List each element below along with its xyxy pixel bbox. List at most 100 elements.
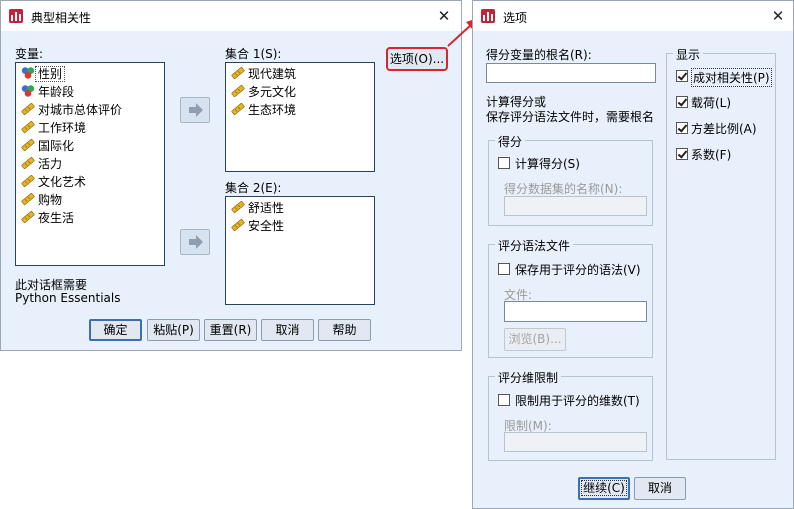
display-group: 显示 成对相关性(P) 载荷(L) 方差比例(A) 系数(F) bbox=[666, 46, 776, 460]
set1-item-label: 生态环境 bbox=[248, 103, 297, 117]
rootname-label: 得分变量的根名(R): bbox=[486, 48, 592, 62]
dialog-title: 典型相关性 bbox=[31, 11, 92, 25]
app-icon bbox=[481, 9, 495, 23]
variable-item-label: 对城市总体评价 bbox=[38, 103, 123, 117]
scoring-syntax-group-title: 评分语法文件 bbox=[495, 237, 574, 254]
display-option-label[interactable]: 载荷(L) bbox=[691, 94, 731, 111]
options-button-label: 选项(O)... bbox=[389, 52, 445, 66]
compute-scores-label[interactable]: 计算得分(S) bbox=[515, 155, 580, 172]
variable-item[interactable]: 性别 bbox=[20, 65, 66, 83]
variable-item[interactable]: 购物 bbox=[20, 191, 62, 209]
compute-scores-checkbox[interactable] bbox=[498, 157, 510, 169]
options-cancel-button[interactable]: 取消 bbox=[634, 477, 686, 500]
save-syntax-label[interactable]: 保存用于评分的语法(V) bbox=[515, 261, 641, 278]
display-option-label[interactable]: 方差比例(A) bbox=[691, 120, 757, 137]
continue-button[interactable]: 继续(C) bbox=[578, 477, 630, 500]
rootname-info-detail: 保存评分语法文件时，需要根名 bbox=[486, 110, 655, 124]
scale-icon bbox=[231, 102, 245, 116]
variable-item-label: 国际化 bbox=[38, 139, 75, 153]
set2-item[interactable]: 安全性 bbox=[230, 217, 284, 235]
set1-item-label: 现代建筑 bbox=[248, 67, 297, 81]
variable-item[interactable]: 文化艺术 bbox=[20, 173, 86, 191]
variables-label: 变量: bbox=[15, 47, 44, 61]
display-group-title: 显示 bbox=[673, 46, 704, 63]
ok-button[interactable]: 确定 bbox=[89, 319, 142, 341]
browse-button: 浏览(B)... bbox=[504, 328, 566, 351]
set1-item[interactable]: 生态环境 bbox=[230, 101, 296, 119]
set1-item[interactable]: 现代建筑 bbox=[230, 65, 296, 83]
set2-label: 集合 2(E): bbox=[225, 181, 282, 195]
variable-item-label: 文化艺术 bbox=[38, 175, 87, 189]
rootname-input[interactable] bbox=[486, 63, 656, 83]
set2-item-label: 舒适性 bbox=[248, 201, 285, 215]
paste-button[interactable]: 粘贴(P) bbox=[147, 319, 200, 341]
limit-dimensions-checkbox[interactable] bbox=[498, 394, 510, 406]
variables-list[interactable]: 性别年龄段对城市总体评价 工作环境国际化活力文化艺术购物夜生活 bbox=[15, 62, 165, 266]
limit-dimensions-label[interactable]: 限制用于评分的维数(T) bbox=[515, 392, 640, 409]
app-icon bbox=[9, 9, 23, 23]
options-dialog: 选项 ✕ 得分变量的根名(R): 计算得分或 保存评分语法文件时，需要根名 得分… bbox=[472, 0, 794, 509]
variable-item-label: 活力 bbox=[38, 157, 63, 171]
scoring-syntax-group: 评分语法文件 保存用于评分的语法(V) 文件: 浏览(B)... bbox=[488, 237, 653, 358]
variable-item-label: 年龄段 bbox=[38, 85, 75, 99]
reset-button[interactable]: 重置(R) bbox=[204, 319, 257, 341]
scale-icon bbox=[231, 218, 245, 232]
save-syntax-checkbox[interactable] bbox=[498, 263, 510, 275]
scale-icon bbox=[21, 192, 35, 206]
options-button[interactable]: 选项(O)... bbox=[386, 47, 448, 71]
canonical-correlation-dialog: 典型相关性 ✕ 变量: 性别年龄段对城市总体评价 工作环境国际化活力文化艺术购物夜… bbox=[0, 0, 462, 351]
move-to-set1-button[interactable] bbox=[180, 97, 210, 123]
variable-item[interactable]: 工作环境 bbox=[20, 119, 86, 137]
display-option-label[interactable]: 成对相关性(P) bbox=[691, 68, 772, 87]
score-dataset-label: 得分数据集的名称(N): bbox=[504, 182, 623, 196]
scale-icon bbox=[21, 138, 35, 152]
set1-item-label: 多元文化 bbox=[248, 85, 297, 99]
file-input[interactable] bbox=[504, 301, 647, 322]
display-option-checkbox[interactable] bbox=[676, 96, 688, 108]
nominal-icon bbox=[21, 85, 35, 97]
move-to-set2-button[interactable] bbox=[180, 229, 210, 255]
scale-icon bbox=[231, 66, 245, 80]
requirement-note-product: Python Essentials bbox=[15, 291, 121, 305]
variable-item[interactable]: 国际化 bbox=[20, 137, 74, 155]
scores-group-title: 得分 bbox=[495, 133, 526, 150]
scale-icon bbox=[21, 156, 35, 170]
variable-item[interactable]: 年龄段 bbox=[20, 83, 74, 101]
scale-icon bbox=[21, 102, 35, 116]
continue-button-label: 继续(C) bbox=[581, 480, 627, 496]
display-option-label[interactable]: 系数(F) bbox=[691, 146, 731, 163]
set2-item[interactable]: 舒适性 bbox=[230, 199, 284, 217]
set1-label: 集合 1(S): bbox=[225, 47, 282, 61]
arrow-right-icon bbox=[189, 235, 203, 249]
scale-icon bbox=[21, 174, 35, 188]
set2-list[interactable]: 舒适性安全性 bbox=[225, 196, 375, 305]
options-title-bar: 选项 ✕ bbox=[473, 1, 793, 31]
set1-list[interactable]: 现代建筑多元文化生态环境 bbox=[225, 62, 375, 172]
score-dataset-input bbox=[504, 196, 647, 216]
scale-icon bbox=[231, 200, 245, 214]
variable-item[interactable]: 夜生活 bbox=[20, 209, 74, 227]
display-option-checkbox[interactable] bbox=[676, 122, 688, 134]
help-button[interactable]: 帮助 bbox=[318, 319, 371, 341]
variable-item[interactable]: 对城市总体评价 bbox=[20, 101, 122, 119]
limit-field-input bbox=[504, 432, 647, 452]
scale-icon bbox=[231, 84, 245, 98]
set1-item[interactable]: 多元文化 bbox=[230, 83, 296, 101]
display-option-checkbox[interactable] bbox=[676, 148, 688, 160]
dimension-limit-group: 评分维限制 限制用于评分的维数(T) 限制(M): bbox=[488, 369, 653, 461]
scores-group: 得分 计算得分(S) 得分数据集的名称(N): bbox=[488, 133, 653, 226]
dimension-limit-group-title: 评分维限制 bbox=[495, 369, 562, 386]
variable-item-label: 夜生活 bbox=[38, 211, 75, 225]
options-dialog-title: 选项 bbox=[503, 11, 528, 25]
nominal-icon bbox=[21, 67, 35, 79]
scale-icon bbox=[21, 120, 35, 134]
scale-icon bbox=[21, 210, 35, 224]
display-option-checkbox[interactable] bbox=[676, 70, 688, 82]
title-bar: 典型相关性 ✕ bbox=[1, 1, 461, 31]
variable-item-label: 工作环境 bbox=[38, 121, 87, 135]
variable-item[interactable]: 活力 bbox=[20, 155, 62, 173]
cancel-button[interactable]: 取消 bbox=[261, 319, 314, 341]
close-icon[interactable]: ✕ bbox=[767, 5, 789, 27]
variable-item-label: 性别 bbox=[35, 66, 66, 82]
arrow-right-icon bbox=[189, 103, 203, 117]
